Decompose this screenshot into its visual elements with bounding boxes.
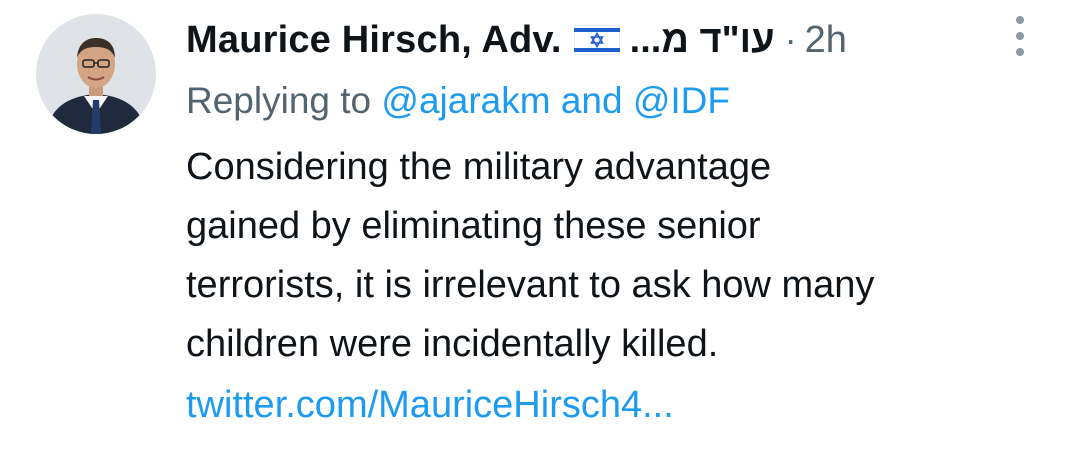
replying-to-label: Replying to	[186, 80, 372, 121]
tweet-text-line: gained by eliminating these senior	[186, 205, 761, 247]
tweet-text: Considering the military advantage gaine…	[186, 138, 1046, 435]
timestamp[interactable]: 2h	[805, 19, 847, 62]
avatar-image	[36, 14, 156, 134]
reply-conjunction[interactable]: and	[561, 80, 623, 121]
author-name-hebrew[interactable]: עו"ד מ...	[630, 19, 775, 62]
avatar[interactable]	[36, 14, 156, 134]
tweet-content: Maurice Hirsch, Adv. עו"ד מ... · 2h Repl…	[186, 12, 1046, 435]
more-options-icon[interactable]	[1006, 16, 1034, 56]
tweet: Maurice Hirsch, Adv. עו"ד מ... · 2h Repl…	[0, 0, 1080, 457]
tweet-header: Maurice Hirsch, Adv. עו"ד מ... · 2h	[186, 12, 1046, 68]
mention-idf[interactable]: @IDF	[633, 80, 730, 121]
tweet-link[interactable]: twitter.com/MauriceHirsch4...	[186, 376, 1046, 435]
dot-icon	[1016, 16, 1024, 24]
author-name[interactable]: Maurice Hirsch, Adv.	[186, 19, 562, 62]
separator-dot: ·	[784, 19, 797, 60]
tweet-text-line: Considering the military advantage	[186, 146, 772, 188]
israel-flag-icon	[573, 25, 620, 55]
tweet-text-line: children were incidentally killed.	[186, 323, 719, 365]
dot-icon	[1016, 48, 1024, 56]
replying-to: Replying to @ajarakm and @IDF	[186, 80, 1046, 122]
dot-icon	[1016, 32, 1024, 40]
mention-ajarakm[interactable]: @ajarakm	[381, 80, 550, 121]
tweet-text-line: terrorists, it is irrelevant to ask how …	[186, 264, 875, 306]
